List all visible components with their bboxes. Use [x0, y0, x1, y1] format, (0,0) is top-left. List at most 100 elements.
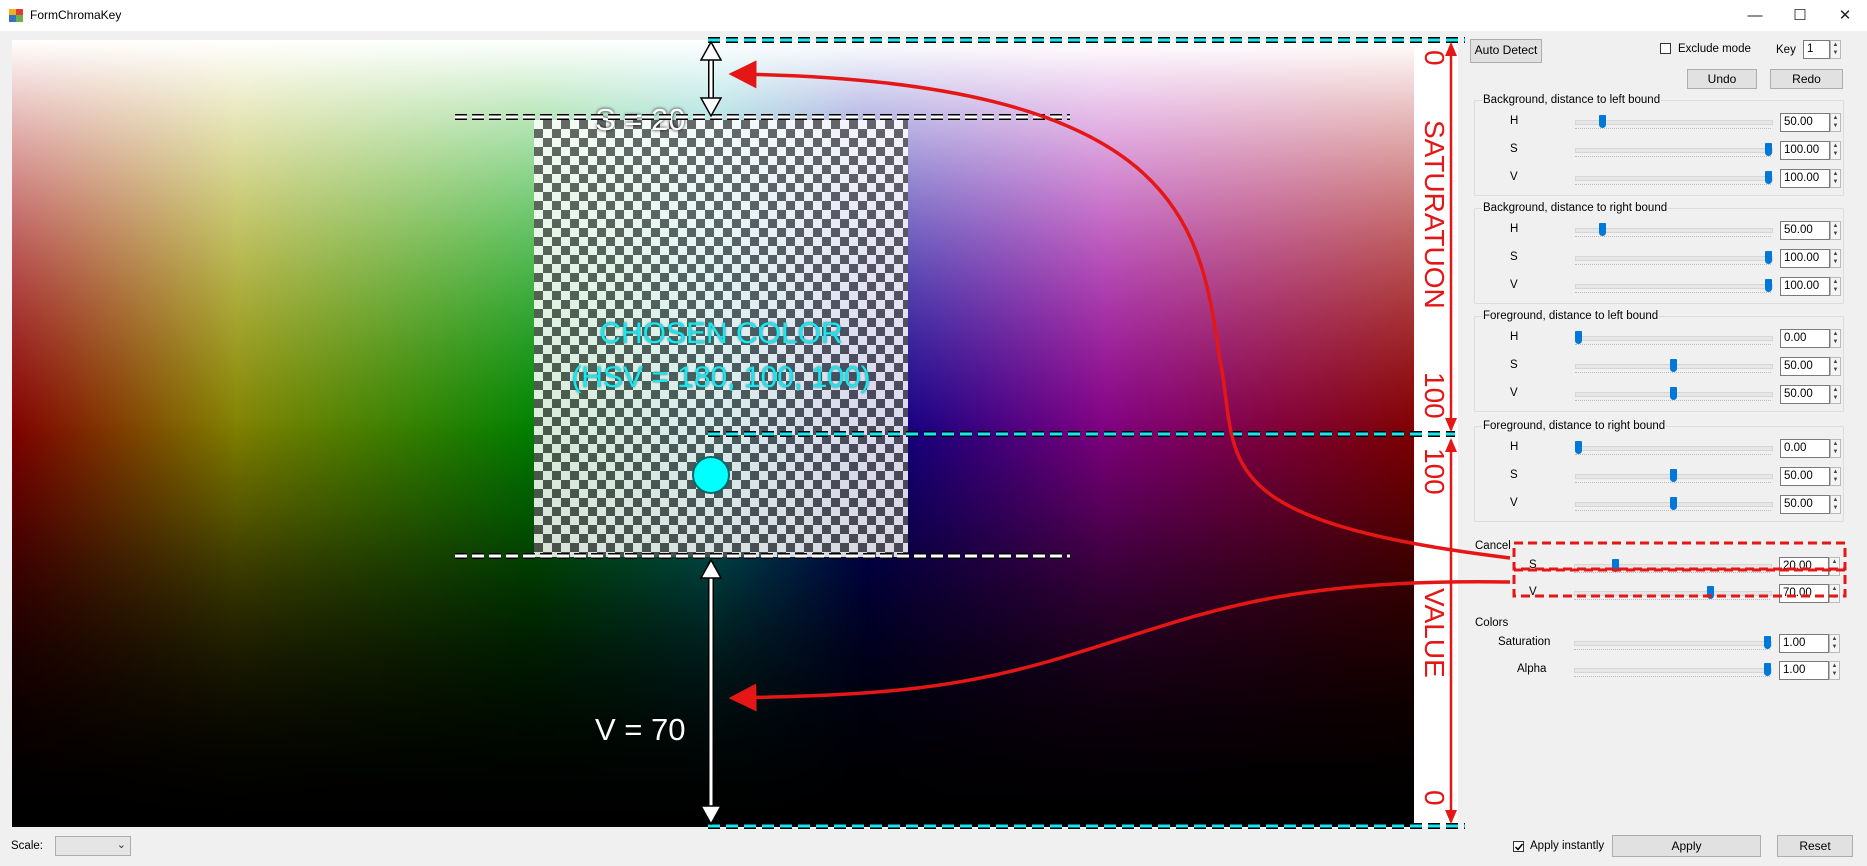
colors-saturation-spinner[interactable]: ▲ ▼ — [1829, 634, 1840, 653]
settings-panel: Auto Detect Exclude mode Key 1 ▲ ▼ Undo R… — [1466, 35, 1867, 825]
group-4-s-slider-thumb[interactable] — [1670, 469, 1677, 482]
group-3-v-slider-thumb[interactable] — [1670, 387, 1677, 400]
group-2-v-slider-thumb[interactable] — [1765, 279, 1772, 292]
auto-detect-button[interactable]: Auto Detect — [1470, 39, 1542, 63]
group-2-s-spinner[interactable]: ▲ ▼ — [1830, 249, 1841, 268]
group-4-s-spinner[interactable]: ▲ ▼ — [1830, 467, 1841, 486]
cancel-v-slider-ticks — [1574, 599, 1770, 603]
minimize-button[interactable]: — — [1732, 0, 1778, 31]
colors-alpha-spinner[interactable]: ▲ ▼ — [1829, 661, 1840, 680]
group-4-v-label: V — [1510, 497, 1518, 509]
colors-saturation-label: Saturation — [1498, 636, 1551, 648]
group-3-v-label: V — [1510, 387, 1518, 399]
key-input[interactable]: 1 — [1803, 40, 1830, 59]
group-4-s-label: S — [1510, 469, 1518, 481]
group-2-h-value-input[interactable]: 50.00 — [1780, 221, 1830, 240]
exclude-mode-checkbox[interactable] — [1660, 43, 1671, 54]
group-1-v-value-input[interactable]: 100.00 — [1780, 169, 1830, 188]
cancel-v-slider-thumb[interactable] — [1707, 586, 1714, 599]
group-2-s-label: S — [1510, 251, 1518, 263]
group-1-v-slider-thumb[interactable] — [1765, 171, 1772, 184]
group-2-v-spinner[interactable]: ▲ ▼ — [1830, 277, 1841, 296]
group-3-h-spinner[interactable]: ▲ ▼ — [1830, 329, 1841, 348]
group-1-h-slider-thumb[interactable] — [1598, 115, 1606, 128]
group-3-h-slider[interactable] — [1575, 336, 1773, 341]
group-title: Foreground, distance to right bound — [1482, 420, 1667, 432]
cancel-v-slider[interactable] — [1574, 591, 1772, 596]
maximize-icon: ☐ — [1793, 7, 1807, 24]
scale-select[interactable]: ⌄ — [55, 836, 131, 856]
group-4-v-value-input[interactable]: 50.00 — [1780, 495, 1830, 514]
group-2-v-label: V — [1510, 279, 1518, 291]
chosen-color-marker[interactable] — [692, 456, 730, 494]
group-4-v-spinner[interactable]: ▲ ▼ — [1830, 495, 1841, 514]
app-icon — [9, 9, 23, 22]
group-1-h-value-input[interactable]: 50.00 — [1780, 113, 1830, 132]
chroma-canvas[interactable]: CHOSEN COLOR (HSV = 180, 100, 100) S = 2… — [12, 40, 1414, 827]
group-3-s-spinner[interactable]: ▲ ▼ — [1830, 357, 1841, 376]
group-3-v-spinner[interactable]: ▲ ▼ — [1830, 385, 1841, 404]
group-4-h-slider-ticks — [1575, 454, 1771, 458]
group-4-h-slider-thumb[interactable] — [1575, 441, 1582, 454]
colors-alpha-value-input[interactable]: 1.00 — [1779, 661, 1829, 680]
s-annotation: S = 20 — [595, 102, 686, 137]
group-title: Background, distance to right bound — [1482, 202, 1669, 214]
group-4-h-spinner[interactable]: ▲ ▼ — [1830, 439, 1841, 458]
group-2-h-spinner[interactable]: ▲ ▼ — [1830, 221, 1841, 240]
close-button[interactable]: ✕ — [1822, 0, 1867, 31]
group-2-v-slider[interactable] — [1575, 284, 1773, 289]
colors-alpha-slider-thumb[interactable] — [1764, 663, 1771, 676]
group-1-s-slider-ticks — [1575, 156, 1771, 160]
group-3-h-value-input[interactable]: 0.00 — [1780, 329, 1830, 348]
cancel-v-value-input[interactable]: 70.00 — [1779, 584, 1829, 603]
v-annotation: V = 70 — [595, 712, 686, 747]
group-4-s-value-input[interactable]: 50.00 — [1780, 467, 1830, 486]
group-3-h-slider-thumb[interactable] — [1575, 331, 1582, 344]
apply-instantly-label: Apply instantly — [1530, 840, 1605, 852]
group-1-v-spinner[interactable]: ▲ ▼ — [1830, 169, 1841, 188]
reset-button[interactable]: Reset — [1777, 835, 1853, 857]
colors-saturation-slider[interactable] — [1574, 641, 1772, 646]
group-2-s-value-input[interactable]: 100.00 — [1780, 249, 1830, 268]
cancel-s-spinner[interactable]: ▲ ▼ — [1829, 557, 1840, 576]
redo-button[interactable]: Redo — [1770, 69, 1843, 89]
group-4-v-slider-thumb[interactable] — [1670, 497, 1677, 510]
cancel-group-title: Cancel — [1474, 540, 1512, 552]
group-2-s-slider-thumb[interactable] — [1765, 251, 1772, 264]
group-3-s-value-input[interactable]: 50.00 — [1780, 357, 1830, 376]
colors-alpha-slider-ticks — [1574, 676, 1770, 680]
bottom-bar: Scale: ⌄ Apply instantly Apply Reset — [0, 830, 1867, 866]
minimize-icon: — — [1747, 7, 1763, 24]
cancel-s-slider-thumb[interactable] — [1612, 559, 1619, 572]
colors-saturation-slider-thumb[interactable] — [1764, 636, 1771, 649]
key-label: Key — [1776, 44, 1796, 56]
group-3-v-value-input[interactable]: 50.00 — [1780, 385, 1830, 404]
group-2-s-slider[interactable] — [1575, 256, 1773, 261]
group-2-v-value-input[interactable]: 100.00 — [1780, 277, 1830, 296]
group-1-v-slider[interactable] — [1575, 176, 1773, 181]
colors-alpha-label: Alpha — [1517, 663, 1547, 675]
group-3-s-slider-thumb[interactable] — [1670, 359, 1677, 372]
group-4-h-slider[interactable] — [1575, 446, 1773, 451]
colors-group: Colors Saturation 1.00 ▲ ▼ Alpha 1.00 ▲ ▼ — [1474, 617, 1844, 715]
cancel-s-label: S — [1529, 559, 1537, 571]
group-4-h-value-input[interactable]: 0.00 — [1780, 439, 1830, 458]
chevron-down-icon: ⌄ — [116, 839, 126, 851]
undo-button[interactable]: Undo — [1687, 69, 1757, 89]
cancel-v-spinner[interactable]: ▲ ▼ — [1829, 584, 1840, 603]
group-1-s-spinner[interactable]: ▲ ▼ — [1830, 141, 1841, 160]
group-1-s-slider[interactable] — [1575, 148, 1773, 153]
group-1-s-value-input[interactable]: 100.00 — [1780, 141, 1830, 160]
group-2-h-slider-thumb[interactable] — [1598, 223, 1606, 236]
group-1-s-slider-thumb[interactable] — [1765, 143, 1772, 156]
cancel-s-value-input[interactable]: 20.00 — [1779, 557, 1829, 576]
apply-instantly-checkbox[interactable] — [1513, 841, 1524, 852]
maximize-button[interactable]: ☐ — [1777, 0, 1823, 31]
colors-saturation-value-input[interactable]: 1.00 — [1779, 634, 1829, 653]
cancel-s-slider[interactable] — [1574, 564, 1772, 569]
group-1-v-label: V — [1510, 171, 1518, 183]
colors-alpha-slider[interactable] — [1574, 668, 1772, 673]
group-1-h-spinner[interactable]: ▲ ▼ — [1830, 113, 1841, 132]
key-spinner[interactable]: ▲ ▼ — [1830, 40, 1841, 59]
apply-button[interactable]: Apply — [1612, 835, 1761, 857]
